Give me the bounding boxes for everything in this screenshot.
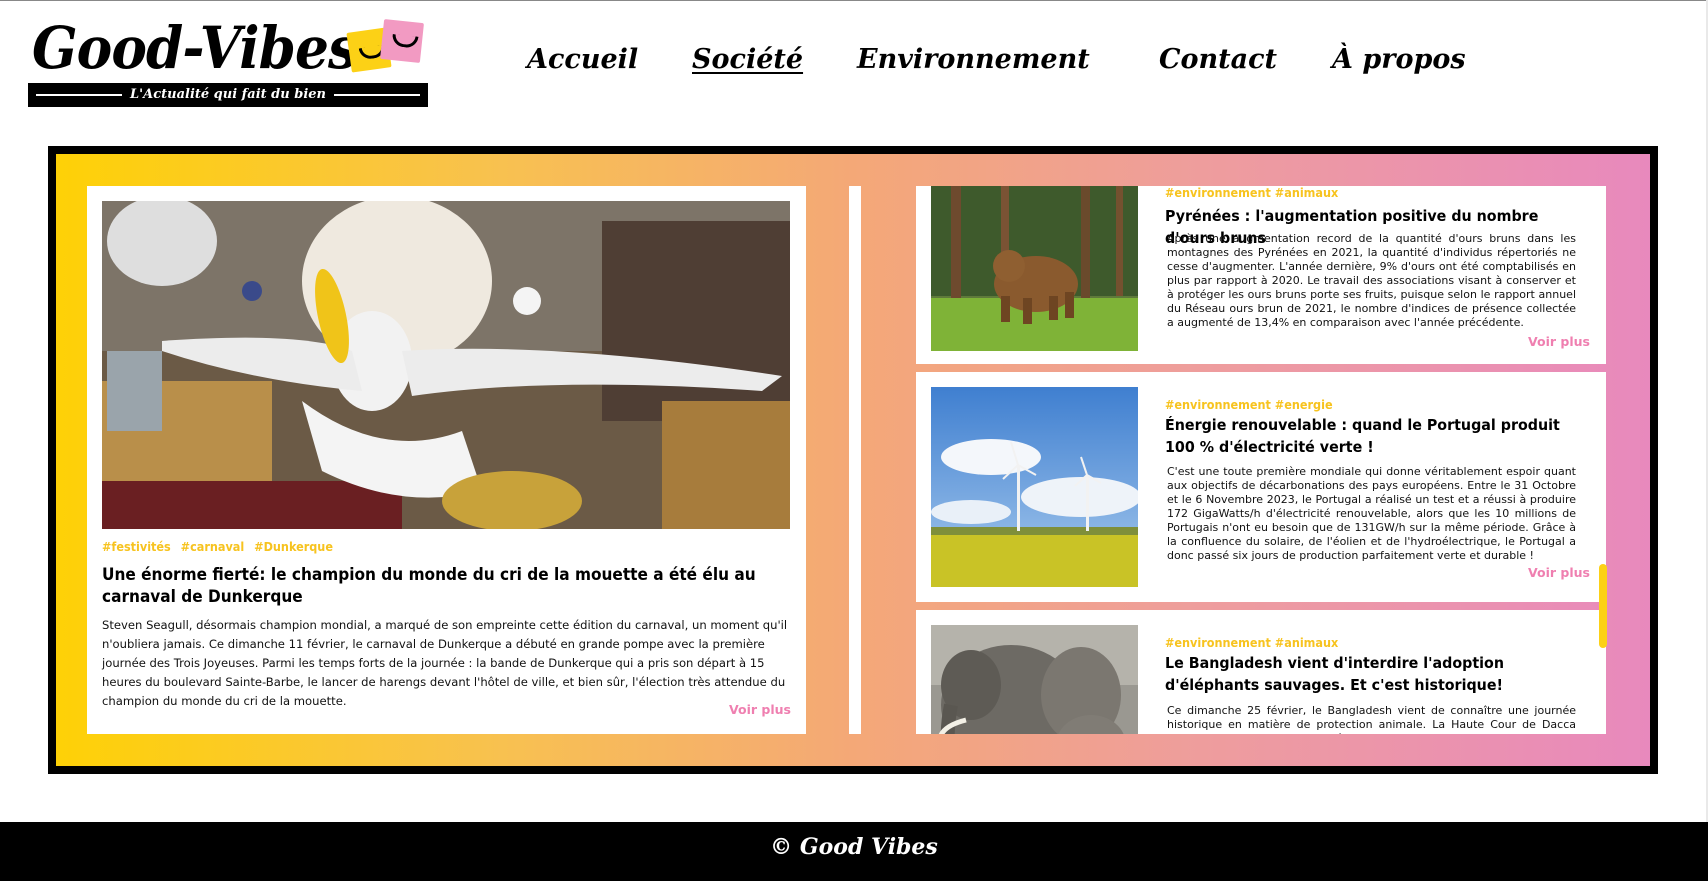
nav-societe[interactable]: Société: [692, 40, 803, 80]
article-tags[interactable]: #environnement #animaux: [1165, 186, 1338, 200]
article-card: #environnement #animaux Le Bangladesh vi…: [916, 610, 1606, 734]
featured-article-tags[interactable]: #festivités #carnaval #Dunkerque: [102, 539, 333, 554]
article-list-scrollbar[interactable]: [1599, 564, 1607, 648]
article-title[interactable]: Le Bangladesh vient d'interdire l'adopti…: [1165, 652, 1588, 696]
smiley-note-pink-icon: [380, 19, 424, 63]
featured-article-image[interactable]: [102, 201, 790, 529]
article-text: C'est une toute première mondiale qui do…: [1167, 465, 1576, 562]
article-read-more[interactable]: Voir plus: [1528, 565, 1590, 580]
article-title[interactable]: Énergie renouvelable : quand le Portugal…: [1165, 414, 1588, 458]
featured-article-text: Steven Seagull, désormais champion mondi…: [102, 618, 788, 708]
content-frame: #festivités #carnaval #Dunkerque Une éno…: [48, 146, 1658, 774]
article-read-more[interactable]: Voir plus: [1528, 334, 1590, 349]
article-tags[interactable]: #environnement #animaux: [1165, 635, 1338, 650]
site-footer: © Good Vibes: [0, 822, 1708, 881]
nav-environnement[interactable]: Environnement: [857, 40, 1090, 80]
top-border: [0, 0, 1708, 1]
featured-article-title[interactable]: Une énorme fierté: le champion du monde …: [102, 564, 786, 608]
article-image-bear[interactable]: [931, 186, 1138, 351]
nav-contact[interactable]: Contact: [1159, 40, 1277, 80]
article-image-wind-turbines[interactable]: [931, 387, 1138, 587]
article-list[interactable]: #environnement #animaux Pyrénées : l'aug…: [916, 186, 1606, 734]
article-card: #environnement #energie Énergie renouvel…: [916, 372, 1606, 602]
nav-accueil[interactable]: Accueil: [527, 40, 638, 80]
site-logo[interactable]: Good-Vibes L'Actualité qui fait du bien: [28, 14, 430, 107]
nav-a-propos[interactable]: À propos: [1332, 40, 1466, 80]
footer-copyright: © Good Vibes: [770, 834, 938, 860]
gradient-panel: #festivités #carnaval #Dunkerque Une éno…: [56, 154, 1650, 766]
article-text: Ce dimanche 25 février, le Bangladesh vi…: [1167, 704, 1576, 734]
logo-tagline: L'Actualité qui fait du bien: [130, 87, 326, 102]
featured-article: #festivités #carnaval #Dunkerque Une éno…: [87, 186, 806, 734]
article-tags[interactable]: #environnement #energie: [1165, 397, 1333, 412]
article-card: #environnement #animaux Pyrénées : l'aug…: [916, 186, 1606, 364]
column-divider: [849, 186, 861, 734]
article-image-elephants[interactable]: [931, 625, 1138, 734]
featured-article-read-more[interactable]: Voir plus: [729, 702, 791, 717]
logo-title: Good-Vibes: [32, 14, 358, 82]
logo-tagline-bar: L'Actualité qui fait du bien: [28, 83, 428, 107]
article-text: Après une augmentation record de la quan…: [1167, 232, 1576, 329]
